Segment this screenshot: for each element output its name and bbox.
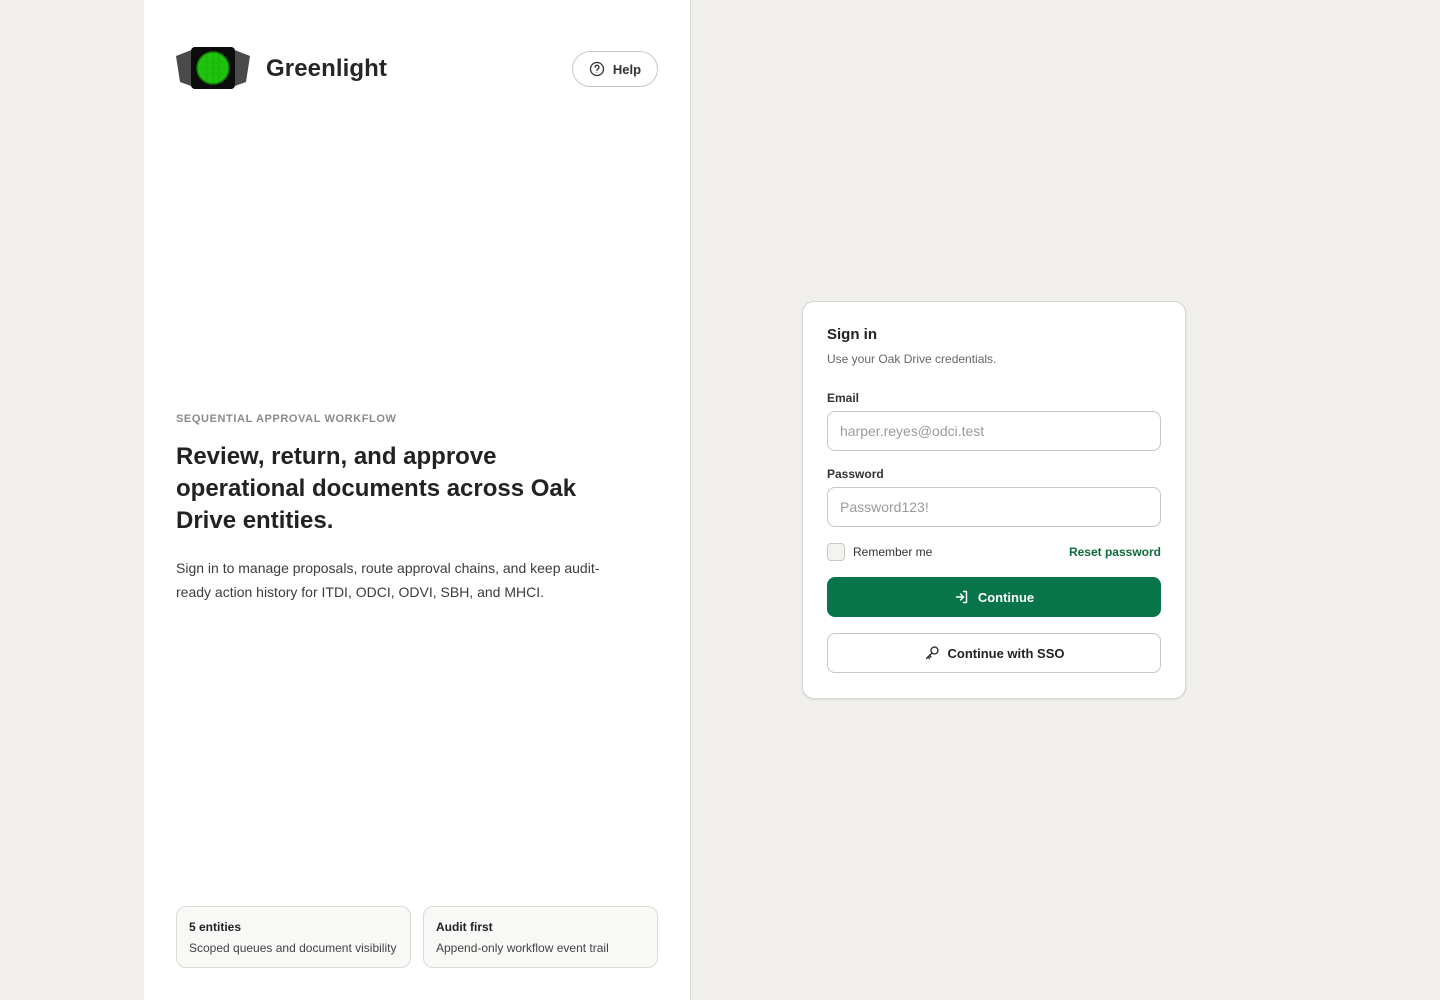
continue-button[interactable]: Continue xyxy=(827,577,1161,617)
continue-label: Continue xyxy=(977,589,1035,605)
brand-panel: Greenlight Help SEQUENTIAL APPROVAL WORK… xyxy=(144,0,691,1000)
remember-me-label: Remember me xyxy=(853,545,933,559)
eyebrow-text: SEQUENTIAL APPROVAL WORKFLOW xyxy=(176,413,397,425)
feature-cards: 5 entities Scoped queues and document vi… xyxy=(176,906,658,968)
feature-card-title: 5 entities xyxy=(189,920,242,934)
help-button[interactable]: Help xyxy=(572,51,658,87)
key-icon xyxy=(925,646,939,660)
hero-headline: Review, return, and approve operational … xyxy=(176,443,577,534)
remember-me-checkbox[interactable] xyxy=(827,543,845,561)
email-label: Email xyxy=(827,391,860,405)
question-circle-icon xyxy=(589,61,605,77)
help-label: Help xyxy=(612,61,642,77)
feature-card-entities: 5 entities Scoped queues and document vi… xyxy=(176,906,411,968)
signin-subtitle: Use your Oak Drive credentials. xyxy=(827,352,997,366)
sign-in-arrow-icon xyxy=(955,590,968,604)
password-field[interactable] xyxy=(827,487,1161,527)
signin-title: Sign in xyxy=(827,326,877,343)
feature-card-audit: Audit first Append-only workflow event t… xyxy=(423,906,658,968)
feature-card-description: Append-only workflow event trail xyxy=(436,941,609,955)
header: Greenlight Help xyxy=(176,46,658,91)
reset-password-link[interactable]: Reset password xyxy=(1069,545,1161,559)
remember-me[interactable]: Remember me xyxy=(827,543,932,561)
hero-description: Sign in to manage proposals, route appro… xyxy=(176,560,600,600)
feature-card-title: Audit first xyxy=(436,920,493,934)
traffic-light-icon xyxy=(176,47,250,89)
signin-options: Remember me Reset password xyxy=(827,543,1161,561)
sso-button[interactable]: Continue with SSO xyxy=(827,633,1161,673)
email-field[interactable] xyxy=(827,411,1161,451)
brand-name: Greenlight xyxy=(266,55,388,82)
signin-card: Sign in Use your Oak Drive credentials. … xyxy=(802,301,1186,699)
sso-label: Continue with SSO xyxy=(947,645,1065,661)
hero: SEQUENTIAL APPROVAL WORKFLOW Review, ret… xyxy=(176,413,626,604)
feature-card-description: Scoped queues and document visibility xyxy=(189,941,397,955)
password-label: Password xyxy=(827,467,884,481)
